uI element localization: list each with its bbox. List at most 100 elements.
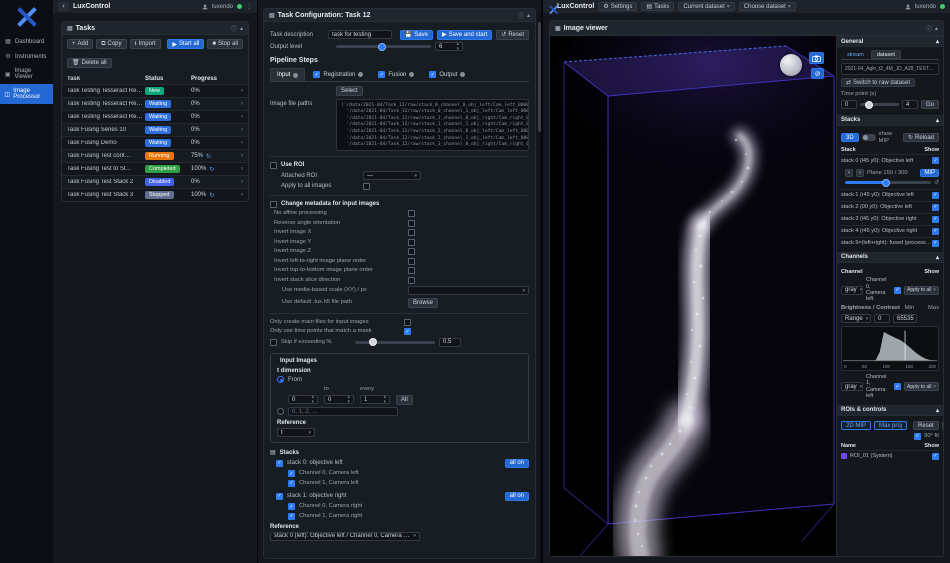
stack-row[interactable]: stack 5=(left+right): fused (processed) bbox=[841, 237, 939, 249]
copy-task-button[interactable]: ⧉Copy bbox=[96, 39, 126, 49]
stack-row[interactable]: stack 0 (l45 y0): Objective left bbox=[841, 154, 939, 166]
stack-row[interactable]: stack 1 (r45 y0): Objective left bbox=[841, 189, 939, 201]
save-and-start-button[interactable]: ▶Save and start bbox=[437, 30, 492, 40]
chevron-right-icon[interactable]: › bbox=[235, 101, 243, 107]
channel-checkbox[interactable] bbox=[288, 513, 295, 520]
metadata-checkbox[interactable] bbox=[408, 229, 415, 236]
crop-view-button[interactable]: ⊘ bbox=[811, 68, 824, 79]
chevron-right-icon[interactable]: › bbox=[235, 88, 243, 94]
stack-show-checkbox[interactable] bbox=[932, 157, 939, 164]
apply-to-all-button[interactable]: Apply to all▾ bbox=[904, 382, 939, 391]
chevron-right-icon[interactable]: › bbox=[235, 140, 243, 146]
select-files-button[interactable]: Select bbox=[336, 86, 363, 96]
metadata-checkbox[interactable] bbox=[408, 267, 415, 274]
stack-show-checkbox[interactable] bbox=[932, 228, 939, 235]
change-metadata-checkbox[interactable] bbox=[270, 201, 277, 208]
start-all-button[interactable]: ▶Start all bbox=[167, 39, 204, 49]
add-task-button[interactable]: +Add bbox=[67, 39, 93, 49]
sidebar-item-image-viewer[interactable]: ▣Image Viewer bbox=[0, 64, 53, 84]
channel-checkbox[interactable] bbox=[288, 470, 295, 477]
general-section-header[interactable]: General▴ bbox=[837, 36, 943, 47]
reference-select[interactable]: t▾ bbox=[277, 428, 315, 437]
stack-checkbox[interactable] bbox=[276, 493, 283, 500]
import-task-button[interactable]: ⭳Import bbox=[130, 39, 161, 49]
task-row[interactable]: Task Fusing Test conf…Running75%↻› bbox=[62, 149, 248, 162]
tab-checkbox[interactable] bbox=[429, 71, 436, 78]
media-scale-select[interactable]: ▾ bbox=[408, 286, 529, 295]
rois-section-header[interactable]: ROIs & controls▴ bbox=[837, 405, 943, 416]
task-row[interactable]: Task Fusing Test Stack 2Disabled0%› bbox=[62, 175, 248, 188]
chevron-right-icon[interactable]: › bbox=[235, 127, 243, 133]
stack-row[interactable]: stack 2 (00 y0): Objective left bbox=[841, 201, 939, 213]
apply-all-images-checkbox[interactable] bbox=[363, 183, 370, 190]
plane-prev-button[interactable]: ‹ bbox=[845, 169, 853, 177]
viewer-canvas[interactable]: ⊘ bbox=[550, 36, 836, 556]
match-mask-checkbox[interactable] bbox=[404, 328, 411, 335]
reload-button[interactable]: ↻Reload bbox=[903, 133, 939, 142]
delete-all-button[interactable]: 🗑Delete all bbox=[67, 58, 112, 68]
stack-all-on-button[interactable]: all on bbox=[505, 492, 529, 501]
settings-button[interactable]: ⚙Settings bbox=[598, 2, 637, 11]
sidebar-item-image-processor[interactable]: ◫Image Processor bbox=[0, 84, 53, 104]
tab-output[interactable]: Output bbox=[422, 67, 472, 81]
skip-value-input[interactable]: 0.5 bbox=[439, 338, 461, 347]
metadata-checkbox[interactable] bbox=[408, 220, 415, 227]
menu-icon[interactable]: ⋮ bbox=[246, 3, 252, 10]
chevron-right-icon[interactable]: › bbox=[235, 166, 243, 172]
timepoint-list-input[interactable]: 0, 1, 2, … bbox=[288, 407, 398, 416]
task-row[interactable]: Task Fusing Test Stack 3Stopped100%↻› bbox=[62, 188, 248, 201]
channel-checkbox[interactable] bbox=[288, 503, 295, 510]
attached-roi-select[interactable]: —▾ bbox=[363, 171, 421, 180]
orientation-ball[interactable] bbox=[780, 54, 802, 76]
task-description-input[interactable]: task for testing bbox=[328, 30, 392, 39]
metadata-checkbox[interactable] bbox=[408, 258, 415, 265]
stack-show-checkbox[interactable] bbox=[932, 192, 939, 199]
collapse-icon[interactable]: ▴ bbox=[936, 38, 939, 45]
roi-reset-button[interactable]: Reset bbox=[913, 421, 939, 430]
from-input[interactable]: 0▴▾ bbox=[288, 395, 318, 404]
sidebar-item-dashboard[interactable]: ▦Dashboard bbox=[0, 34, 53, 49]
user-icon[interactable] bbox=[202, 4, 208, 10]
tab-stream[interactable]: stream bbox=[841, 50, 870, 59]
task-row[interactable]: Task Fusing Series 10Waiting0%› bbox=[62, 123, 248, 136]
collapse-icon[interactable]: ▴ bbox=[527, 12, 530, 19]
collapse-icon[interactable]: ▴ bbox=[936, 117, 939, 124]
metadata-checkbox[interactable] bbox=[408, 210, 415, 217]
show-mip-toggle[interactable] bbox=[862, 134, 876, 141]
roi-row[interactable]: ROI_01 (System) bbox=[841, 450, 939, 462]
stack-show-checkbox[interactable] bbox=[932, 216, 939, 223]
to-input[interactable]: 0▴▾ bbox=[324, 395, 354, 404]
chevron-right-icon[interactable]: › bbox=[235, 114, 243, 120]
skip-slider[interactable] bbox=[355, 341, 435, 344]
tasks-button[interactable]: ▤Tasks bbox=[641, 2, 674, 11]
view-mode-button[interactable]: 3D bbox=[841, 133, 859, 142]
2d-mip-button[interactable]: 2D MIP bbox=[841, 421, 871, 430]
metadata-checkbox[interactable] bbox=[408, 248, 415, 255]
stacks-section-header[interactable]: Stacks▴ bbox=[837, 115, 943, 126]
hide-all-button[interactable]: Hide all bbox=[942, 421, 943, 430]
channel1-color-select[interactable]: gray▾ bbox=[841, 382, 863, 391]
every-input[interactable]: 1▴▾ bbox=[360, 395, 390, 404]
histogram-chart[interactable]: 050100150200 bbox=[841, 326, 939, 371]
metadata-checkbox[interactable] bbox=[408, 277, 415, 284]
chevron-right-icon[interactable]: › bbox=[235, 153, 243, 159]
task-row[interactable]: Task Fusing Test to St…Completed100%↻› bbox=[62, 162, 248, 175]
stack-show-checkbox[interactable] bbox=[932, 204, 939, 211]
sidebar-item-instruments[interactable]: ⚙Instruments bbox=[0, 49, 53, 64]
main-files-checkbox[interactable] bbox=[404, 319, 411, 326]
min-input[interactable]: 0 bbox=[874, 314, 890, 323]
time-point-slider[interactable] bbox=[860, 103, 899, 106]
stack-checkbox[interactable] bbox=[276, 460, 283, 467]
info-icon[interactable]: ⓘ bbox=[518, 11, 524, 20]
tab-checkbox[interactable] bbox=[313, 71, 320, 78]
time-point-input[interactable]: 0 bbox=[841, 100, 857, 109]
chevron-right-icon[interactable]: › bbox=[235, 179, 243, 185]
skip-checkbox[interactable] bbox=[270, 339, 277, 346]
task-row[interactable]: Task Testing Tesseract Re…New0%› bbox=[62, 84, 248, 97]
info-icon[interactable]: ⓘ bbox=[926, 24, 932, 33]
stack-row[interactable]: stack 3 (l45 y0): Objective right bbox=[841, 213, 939, 225]
use-roi-checkbox[interactable] bbox=[270, 162, 277, 169]
collapse-icon[interactable]: ▴ bbox=[935, 25, 938, 32]
task-row[interactable]: Task Testing Tesseract Re…Waiting0%› bbox=[62, 97, 248, 110]
back-button[interactable]: ‹ bbox=[58, 2, 69, 11]
